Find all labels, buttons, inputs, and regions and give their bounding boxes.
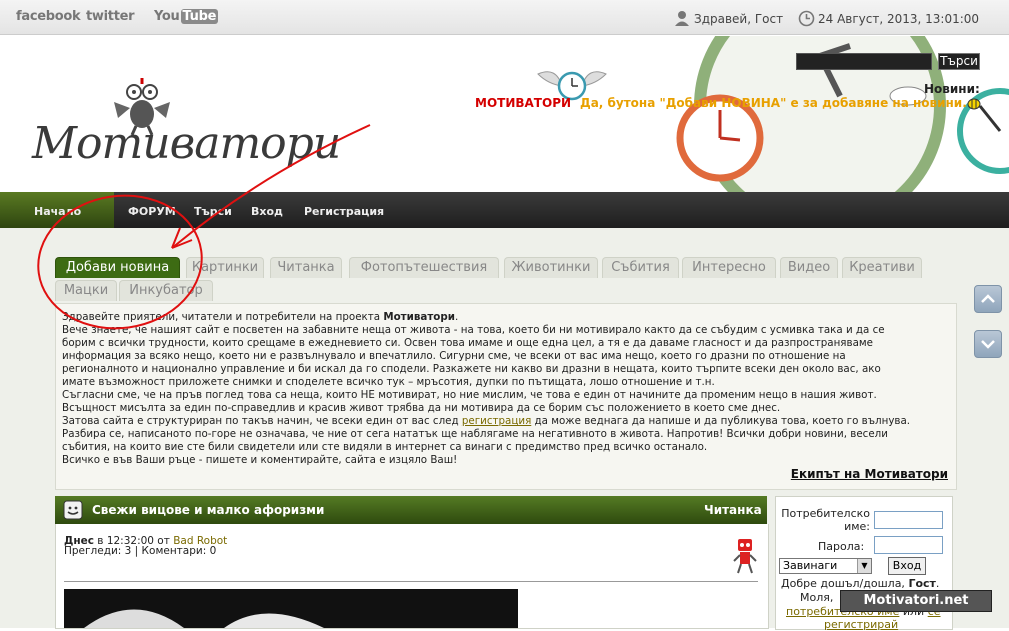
tab-incubator[interactable]: Инкубатор xyxy=(119,280,213,301)
scroll-up-button[interactable] xyxy=(974,285,1002,313)
site-logo[interactable]: Мотиватори xyxy=(32,118,341,169)
welcome-line: борим с всички трудности, които срещаме … xyxy=(62,337,873,349)
author-avatar[interactable] xyxy=(732,535,758,575)
password-input[interactable] xyxy=(874,536,943,554)
user-icon xyxy=(675,11,689,26)
welcome-line: Разбира се, написаното по-горе не означа… xyxy=(62,428,888,440)
chevron-up-icon xyxy=(981,294,995,303)
tab-add-news[interactable]: Добави новина xyxy=(55,257,180,278)
tab-chicks[interactable]: Мацки xyxy=(55,280,117,301)
welcome-line: Вече знаете, че нашият сайт е посветен н… xyxy=(62,324,885,336)
registration-link[interactable]: регистрация xyxy=(462,415,531,427)
welcome-line: Здравейте приятели, читатели и потребите… xyxy=(62,311,458,323)
chevron-down-icon xyxy=(981,340,995,349)
welcome-message: Здравейте приятели, читатели и потребите… xyxy=(55,303,957,490)
tab-photo-travel[interactable]: Фотопътешествия xyxy=(349,257,499,278)
tab-animals[interactable]: Животинки xyxy=(504,257,598,278)
register-link[interactable]: регистрирай xyxy=(824,618,898,631)
clock-icon xyxy=(798,10,815,27)
search-button[interactable]: Търси xyxy=(938,53,980,70)
news-label: Новини: xyxy=(924,82,980,96)
login-button[interactable]: Вход xyxy=(888,557,926,575)
welcome-line: имате възможност приложете снимки и спод… xyxy=(62,376,715,388)
watermark: Motivatori.net xyxy=(840,590,992,612)
welcome-line: Всъщност мисълта за един по-справедлив и… xyxy=(62,402,781,414)
tab-reading[interactable]: Читанка xyxy=(270,257,342,278)
welcome-line: информация за всяко нещо, което ни е раз… xyxy=(62,350,846,362)
facebook-link[interactable]: facebook xyxy=(16,9,81,24)
welcome-line9-end: да може веднага да напише и да публикува… xyxy=(531,415,911,427)
username-input[interactable] xyxy=(874,511,943,529)
tab-video[interactable]: Видео xyxy=(780,257,838,278)
nav-home[interactable]: Начало xyxy=(34,205,81,218)
guest-name: Гост xyxy=(908,577,936,590)
search-input[interactable] xyxy=(796,53,932,70)
tab-events[interactable]: Събития xyxy=(602,257,679,278)
welcome-project-name: Мотиватори xyxy=(383,311,455,323)
welcome-intro: Здравейте приятели, читатели и потребите… xyxy=(62,311,384,323)
password-label: Парола: xyxy=(818,540,865,553)
guest-welcome-start: Добре дошъл/дошла, xyxy=(781,577,909,590)
nav-register[interactable]: Регистрация xyxy=(304,205,384,218)
twitter-link[interactable]: twitter xyxy=(86,9,135,24)
welcome-intro-end: . xyxy=(454,311,459,323)
welcome-line: събития, на които вие сте били свидетели… xyxy=(62,441,708,453)
tab-pictures[interactable]: Картинки xyxy=(186,257,264,278)
youtube-link[interactable]: You Tube xyxy=(154,9,219,24)
nav-search[interactable]: Търси xyxy=(194,205,232,218)
team-signature-link[interactable]: Екипът на Мотиватори xyxy=(791,467,948,481)
scroll-down-button[interactable] xyxy=(974,330,1002,358)
register-link-wrap: регистрирай xyxy=(824,618,898,631)
remember-select[interactable]: Завинаги ▼ xyxy=(779,558,872,574)
tab-interesting[interactable]: Интересно xyxy=(682,257,776,278)
post-title[interactable]: Свежи вицове и малко афоризми xyxy=(92,503,324,517)
guest-welcome: Добре дошъл/дошла, Гост. xyxy=(781,577,939,590)
youtube-tube: Tube xyxy=(180,9,219,24)
smiley-icon xyxy=(63,500,83,520)
youtube-you: You xyxy=(154,9,180,24)
username-label-line-1: Потребителско xyxy=(781,507,870,520)
welcome-line: Затова сайта е структуриран по такъв нач… xyxy=(62,415,910,427)
bee-icon xyxy=(967,98,981,110)
username-label-line-2: име: xyxy=(844,520,870,533)
please-text: Моля, xyxy=(800,591,834,604)
guest-welcome-end: . xyxy=(935,577,940,590)
news-ticker-text[interactable]: Да, бутона "Добави НОВИНА" е за добавяне… xyxy=(580,96,967,110)
post-divider xyxy=(64,581,758,582)
nav-login[interactable]: Вход xyxy=(251,205,283,218)
post-stats: Прегледи: 3 | Коментари: 0 xyxy=(64,545,217,557)
remember-selected-value: Завинаги xyxy=(783,559,838,572)
datetime-text: 24 Август, 2013, 13:01:00 xyxy=(818,12,980,26)
post-category[interactable]: Читанка xyxy=(704,503,762,517)
welcome-line: Съгласни сме, че на пръв поглед това са … xyxy=(62,389,877,401)
welcome-line: Всичко е във Ваши ръце - пишете и комент… xyxy=(62,454,458,466)
greeting-text: Здравей, Гост xyxy=(694,12,784,26)
username-label: Потребителско име: xyxy=(780,507,870,533)
chevron-down-icon: ▼ xyxy=(857,559,871,573)
welcome-line9-start: Затова сайта е структуриран по такъв нач… xyxy=(62,415,462,427)
nav-forum[interactable]: ФОРУМ xyxy=(128,205,176,218)
tab-creatives[interactable]: Креативи xyxy=(842,257,922,278)
post-image[interactable] xyxy=(64,589,518,628)
welcome-line: регионалното и национално управление и б… xyxy=(62,363,881,375)
news-ticker-source[interactable]: МОТИВАТОРИ xyxy=(475,96,571,110)
